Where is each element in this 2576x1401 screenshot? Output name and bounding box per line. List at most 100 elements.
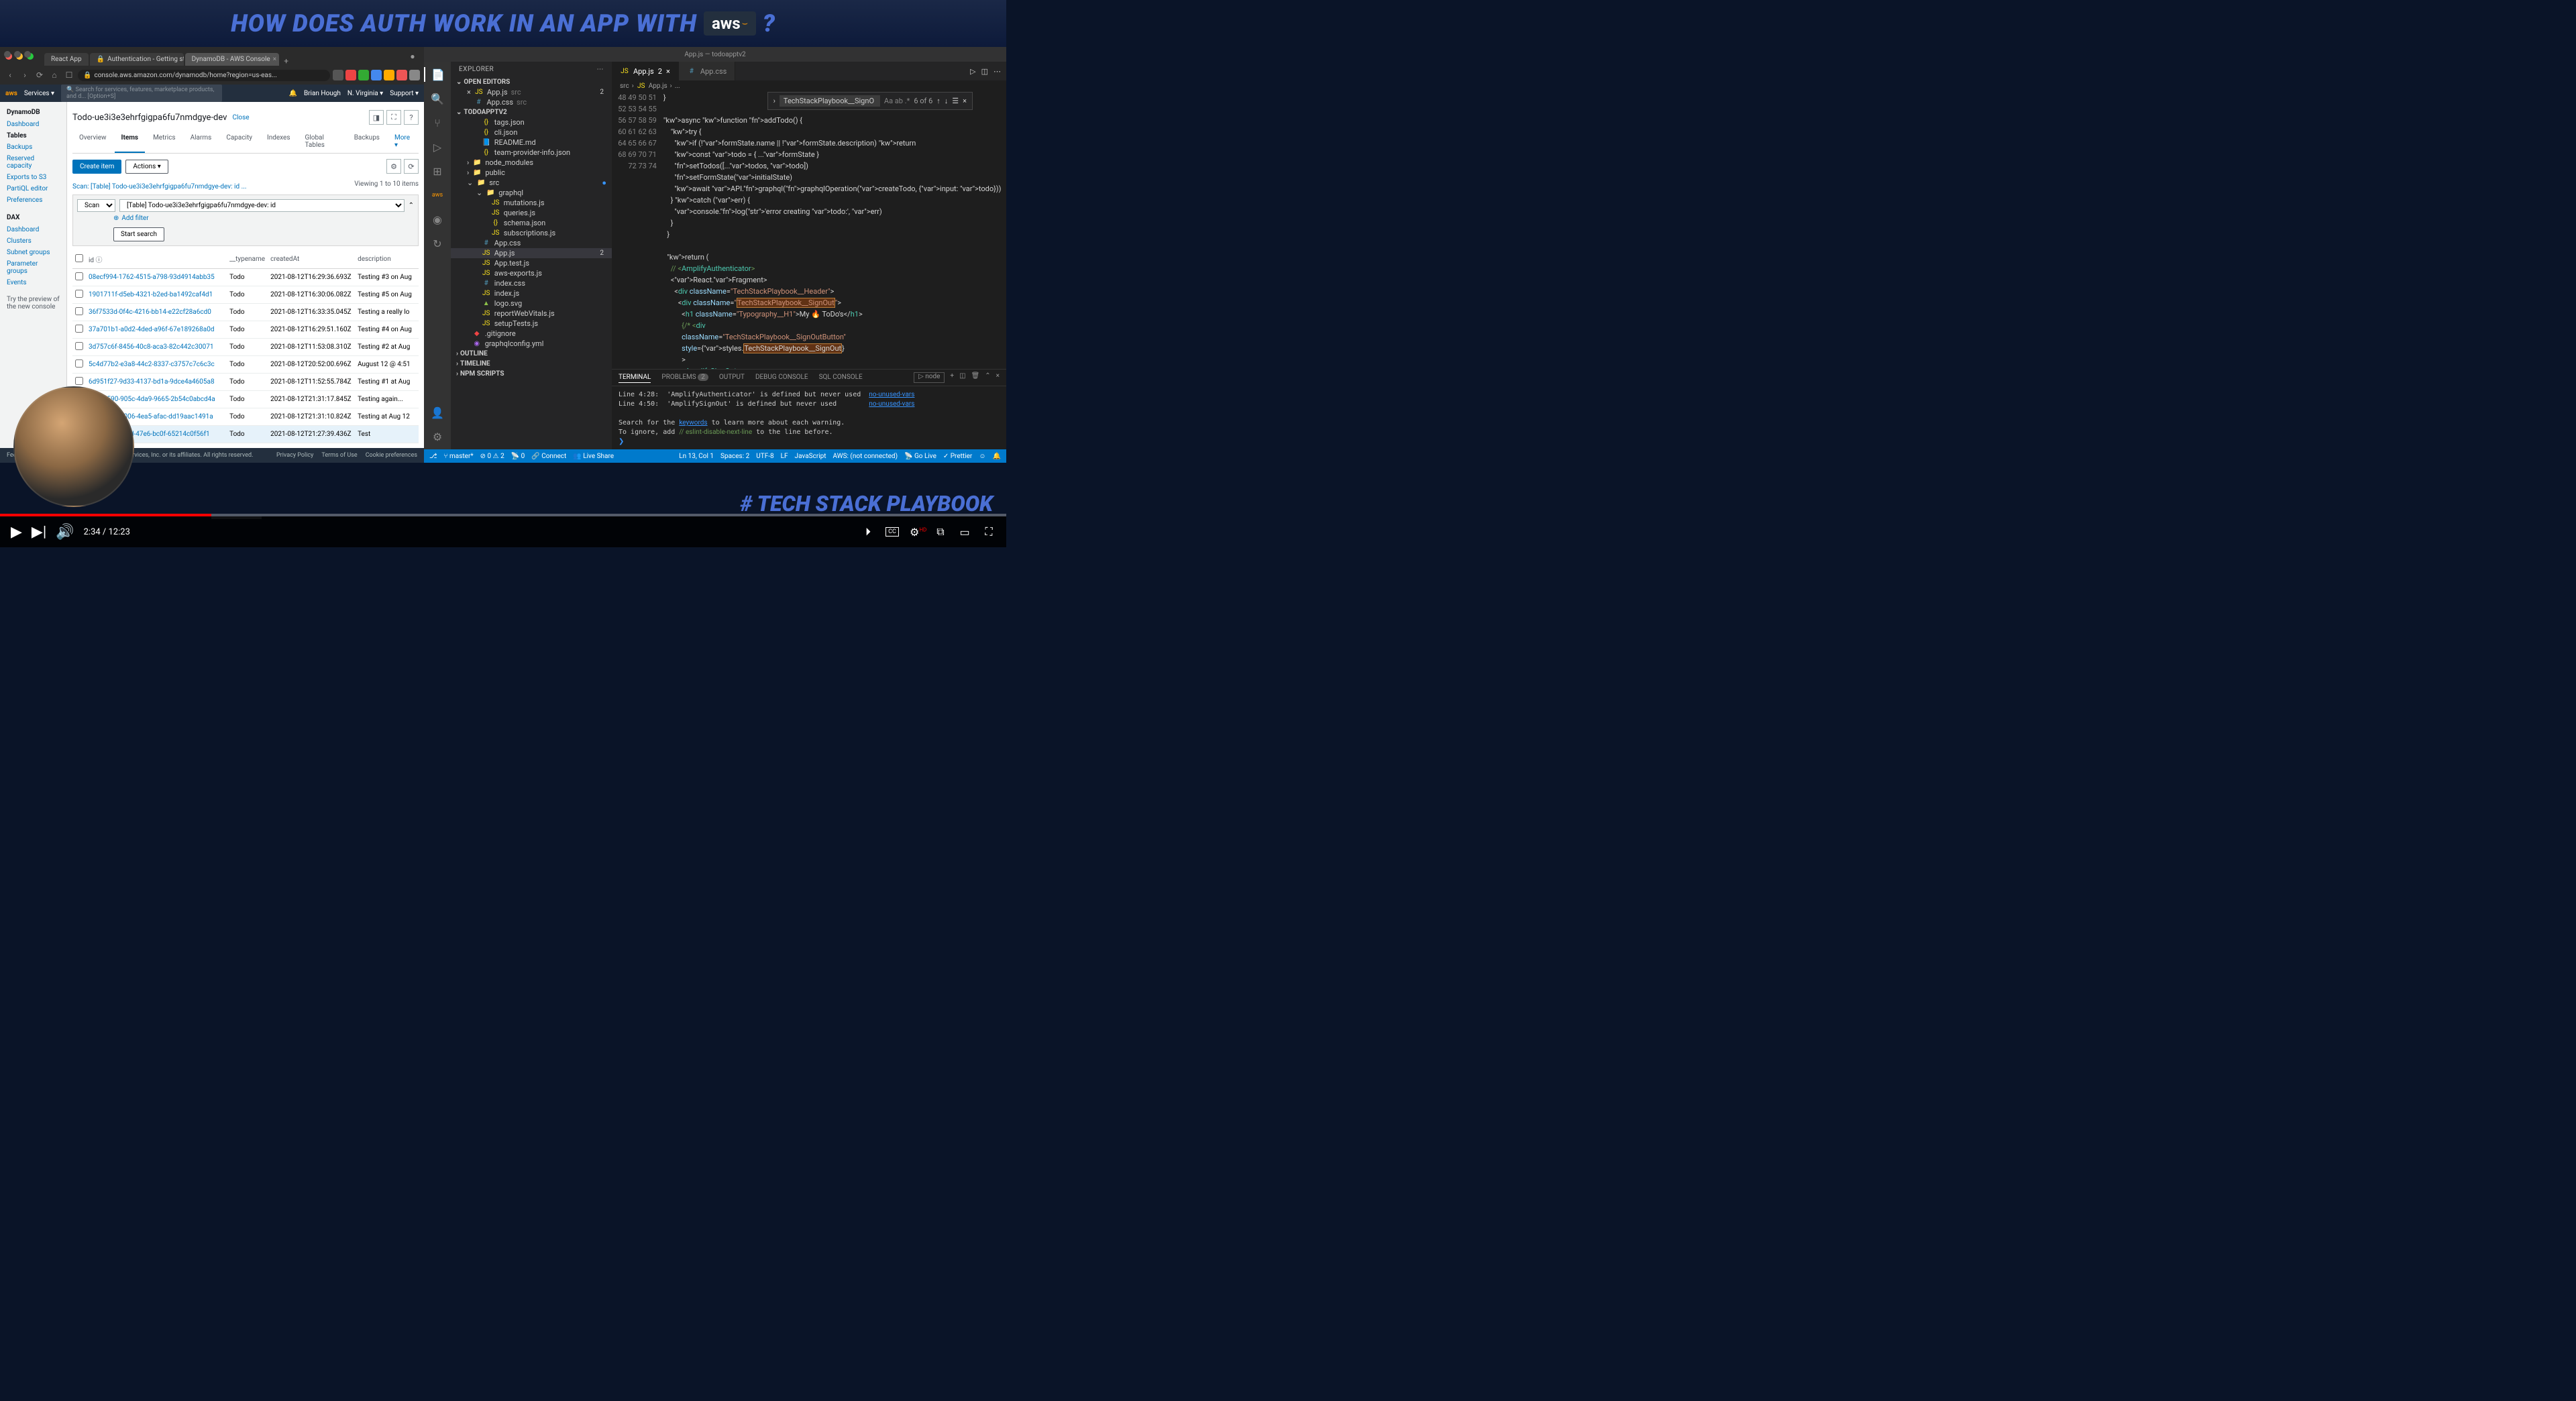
ext-icon[interactable] [333,70,343,80]
ext-icon[interactable] [371,70,382,80]
sidebar-item-preferences[interactable]: Preferences [0,194,66,206]
table-row[interactable]: 08ecf994-1762-4515-a798-93d4914abb35Todo… [72,269,419,286]
file-tree-item[interactable]: JS subscriptions.js [451,228,612,238]
row-checkbox[interactable] [75,307,83,315]
run-icon[interactable]: ▷ [970,67,975,76]
home-button[interactable]: ⌂ [48,70,60,80]
minimap[interactable] [1001,92,1006,369]
tab-output[interactable]: OUTPUT [719,372,745,383]
refresh-icon[interactable]: ⟳ [404,159,419,174]
panel-icon[interactable]: ◨ [369,110,384,125]
bell-icon[interactable]: 🔔 [993,453,1001,460]
file-tree-item[interactable]: ▲ logo.svg [451,298,612,309]
ext-icon[interactable] [409,70,420,80]
sidebar-item-backups[interactable]: Backups [0,142,66,153]
file-tree-item[interactable]: # index.css [451,278,612,288]
item-id-link[interactable]: 3d757c6f-8456-40c8-aca3-82c442c30071 [86,339,227,356]
collapse-icon[interactable]: ⌃ [409,202,414,209]
row-checkbox[interactable] [75,342,83,350]
feedback-icon[interactable]: ☺ [979,453,985,460]
browser-tab[interactable]: 🔒 Authentication - Getting started - A..… [90,53,184,66]
scan-target-select[interactable]: [Table] Todo-ue3i3e3ehrfgigpa6fu7nmdgye-… [119,199,405,212]
file-tree-item[interactable]: JS mutations.js [451,198,612,208]
file-tree-item[interactable]: ⌄ 📁 src● [451,178,612,188]
add-filter-button[interactable]: ⊕ Add filter [113,212,414,225]
url-input[interactable]: 🔒 console.aws.amazon.com/dynamodb/home?r… [78,70,330,81]
file-tree-item[interactable]: 📘 README.md [451,137,612,148]
sidebar-item-reserved[interactable]: Reserved capacity [0,153,66,172]
open-editors-section[interactable]: ⌄ OPEN EDITORS [451,77,612,87]
table-row[interactable]: dac39590-905c-4da9-9665-2b54c0abcd4aTodo… [72,391,419,408]
play-button[interactable]: ▶ [11,524,22,541]
file-tree-item[interactable]: JS queries.js [451,208,612,218]
file-tree-item[interactable]: {} schema.json [451,218,612,228]
debug-icon[interactable]: ▷ [430,139,445,154]
ext-icon[interactable] [384,70,394,80]
file-tree-item[interactable]: ⌄ 📁 graphql [451,188,612,198]
item-id-link[interactable]: 08ecf994-1762-4515-a798-93d4914abb35 [86,269,227,286]
file-tree-item[interactable]: {} cli.json [451,127,612,137]
expand-icon[interactable]: ⛶ [386,110,401,125]
tab-problems[interactable]: PROBLEMS 2 [661,372,708,383]
table-row[interactable]: 6d951f27-9d33-4137-bd1a-9dce4a4605a8Todo… [72,374,419,391]
table-row[interactable]: 5c4d77b2-e3a8-44c2-8337-c3757c7c6c3cTodo… [72,356,419,374]
filter-icon[interactable]: ☰ [952,97,959,105]
file-tree-item[interactable]: # App.css [451,238,612,248]
col-desc[interactable]: description [355,250,419,269]
window-maximize-icon[interactable] [24,51,31,58]
aws-status[interactable]: AWS: (not connected) [833,453,898,460]
ext-icon[interactable] [345,70,356,80]
file-tree-item[interactable]: {} team-provider-info.json [451,148,612,158]
file-tree-item[interactable]: JS reportWebVitals.js [451,309,612,319]
sidebar-item[interactable]: Clusters [0,235,66,247]
fullscreen-button[interactable]: ⛶ [982,525,996,539]
volume-button[interactable]: 🔊 [56,524,74,541]
col-typename[interactable]: __typename [227,250,268,269]
aws-logo-icon[interactable]: aws [5,90,17,97]
new-terminal-icon[interactable]: + [950,372,954,383]
file-tree-item[interactable]: JS App.js2 [451,248,612,258]
eol-indicator[interactable]: LF [781,453,788,460]
captions-button[interactable]: CC [885,527,899,537]
bookmark-icon[interactable]: ☐ [63,70,75,80]
remote-icon[interactable]: ◉ [430,212,445,227]
footer-link[interactable]: Privacy Policy [276,452,313,459]
connect-button[interactable]: 🔗 Connect [531,453,566,460]
close-icon[interactable]: × [996,372,1000,383]
reload-button[interactable]: ⟳ [34,70,46,80]
notification-icon[interactable]: 🔔 [288,90,297,97]
tab-debug-console[interactable]: DEBUG CONSOLE [755,372,808,383]
open-editor-item[interactable]: # App.css src [451,97,612,107]
extensions-icon[interactable]: ⊞ [430,164,445,178]
file-tree-item[interactable]: JS App.test.js [451,258,612,268]
file-tree-item[interactable]: JS aws-exports.js [451,268,612,278]
ext-icon[interactable] [396,70,407,80]
row-checkbox[interactable] [75,290,83,298]
npm-section[interactable]: › NPM SCRIPTS [451,369,612,379]
outline-section[interactable]: › OUTLINE [451,349,612,359]
open-editor-item[interactable]: × JS App.js src2 [451,87,612,97]
gear-icon[interactable]: ⚙ [430,429,445,444]
sidebar-item-tables[interactable]: Tables [0,130,66,142]
tab-global[interactable]: Global Tables [299,130,346,153]
tab-sql-console[interactable]: SQL CONSOLE [819,372,863,383]
footer-link[interactable]: Terms of Use [321,452,357,459]
sidebar-item[interactable]: Parameter groups [0,258,66,277]
scan-summary[interactable]: Scan: [Table] Todo-ue3i3e3ehrfgigpa6fu7n… [72,180,246,193]
file-tree-item[interactable]: › 📁 public [451,168,612,178]
sidebar-item-dashboard[interactable]: Dashboard [0,119,66,130]
search-icon[interactable]: 🔍 [430,91,445,106]
tab-alarms[interactable]: Alarms [184,130,219,153]
actions-button[interactable]: Actions ▾ [125,160,168,174]
select-all-checkbox[interactable] [75,254,83,262]
table-row[interactable]: 1901711f-d5eb-4321-b2ed-ba1492caf4d1Todo… [72,286,419,304]
terminal-dropdown[interactable]: ▷ node [914,372,945,383]
theater-button[interactable]: ▭ [958,526,971,539]
window-minimize-icon[interactable] [14,51,21,58]
row-checkbox[interactable] [75,377,83,385]
file-tree-item[interactable]: ◆ .gitignore [451,329,612,339]
row-checkbox[interactable] [75,325,83,333]
tab-capacity[interactable]: Capacity [219,130,259,153]
split-terminal-icon[interactable]: ◫ [959,372,965,383]
cursor-position[interactable]: Ln 13, Col 1 [679,453,714,460]
